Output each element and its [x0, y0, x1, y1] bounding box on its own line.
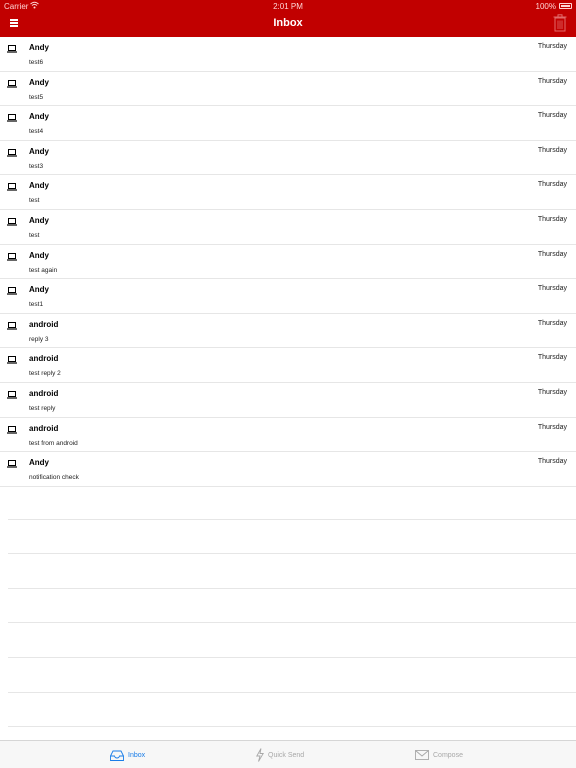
message-row[interactable]: Andy Thursday notification check	[0, 452, 576, 487]
message-row[interactable]: Andy Thursday test	[0, 210, 576, 245]
message-row[interactable]: Andy Thursday test again	[0, 245, 576, 280]
message-date: Thursday	[537, 43, 567, 50]
empty-row	[8, 623, 576, 658]
tab-bar: Inbox Quick Send Compose	[0, 740, 576, 768]
status-bar: Carrier 2:01 PM 100%	[0, 0, 576, 12]
message-row[interactable]: android Thursday test from android	[0, 418, 576, 453]
message-sender: Andy	[29, 181, 49, 191]
message-date: Thursday	[537, 77, 567, 85]
empty-row	[8, 554, 576, 589]
message-subject: test reply 2	[29, 370, 61, 378]
message-subject: notification check	[29, 474, 79, 482]
message-date: Thursday	[537, 146, 567, 154]
laptop-icon	[7, 390, 17, 399]
battery-icon	[559, 3, 572, 9]
message-subject: test3	[29, 162, 44, 170]
message-date: Thursday	[537, 388, 567, 396]
message-subject: test reply	[29, 404, 56, 412]
tab-label: Inbox	[128, 751, 146, 759]
message-row[interactable]: android Thursday test reply	[0, 383, 576, 418]
message-row[interactable]: Andy Thursday test3	[0, 141, 576, 176]
laptop-icon	[7, 321, 17, 330]
laptop-icon	[7, 114, 17, 122]
message-date: Thursday	[537, 458, 567, 466]
message-row[interactable]: android Thursday reply 3	[0, 314, 576, 349]
laptop-icon	[7, 183, 17, 191]
laptop-icon	[7, 425, 17, 434]
message-date: Thursday	[537, 423, 567, 431]
message-sender: Andy	[29, 146, 49, 156]
message-sender: Andy	[29, 215, 49, 225]
message-sender: Andy	[29, 250, 49, 260]
message-row[interactable]: Andy Thursday test4	[0, 106, 576, 141]
laptop-icon	[7, 460, 17, 468]
message-sender: Andy	[29, 77, 49, 87]
laptop-icon	[7, 287, 17, 295]
message-row[interactable]: Andy Thursday test5	[0, 72, 576, 107]
message-date: Thursday	[537, 319, 567, 327]
lightning-icon	[256, 748, 264, 762]
laptop-icon	[7, 45, 17, 53]
message-subject: test	[29, 197, 40, 205]
laptop-icon	[7, 148, 17, 157]
message-sender: Andy	[29, 458, 49, 468]
message-subject: test	[29, 231, 40, 239]
message-row[interactable]: android Thursday test reply 2	[0, 348, 576, 383]
empty-row	[8, 485, 576, 520]
message-subject: reply 3	[29, 335, 49, 343]
tab-compose[interactable]: Compose	[415, 747, 463, 763]
message-list: Andy Thursday test6 Andy Thursday test5 Andy Th…	[0, 37, 576, 487]
message-date: Thursday	[537, 215, 567, 223]
message-subject: test6	[29, 59, 44, 66]
empty-row	[8, 693, 576, 728]
trash-icon[interactable]	[553, 14, 567, 32]
message-subject: test4	[29, 128, 44, 136]
navigation-bar: Carrier 2:01 PM 100% Inbox	[0, 0, 576, 37]
message-sender: Andy	[29, 112, 49, 122]
laptop-icon	[7, 252, 17, 261]
message-date: Thursday	[537, 181, 567, 189]
message-sender: android	[29, 354, 59, 364]
empty-row	[8, 520, 576, 555]
tab-label: Quick Send	[268, 751, 305, 759]
inbox-icon	[110, 750, 124, 761]
message-sender: android	[29, 388, 59, 398]
laptop-icon	[7, 356, 17, 364]
message-sender: Andy	[29, 43, 49, 52]
message-sender: android	[29, 423, 59, 433]
message-row[interactable]: Andy Thursday test1	[0, 279, 576, 314]
page-title: Inbox	[273, 17, 303, 29]
laptop-icon	[7, 79, 17, 88]
message-subject: test again	[29, 266, 58, 274]
message-date: Thursday	[537, 250, 567, 258]
empty-list-rows	[8, 485, 576, 728]
tab-label: Compose	[433, 751, 463, 759]
message-row[interactable]: Andy Thursday test6	[0, 37, 576, 72]
message-subject: test1	[29, 301, 44, 309]
message-date: Thursday	[537, 112, 567, 120]
tab-inbox[interactable]: Inbox	[110, 747, 145, 763]
clock: 2:01 PM	[273, 2, 303, 11]
message-subject: test from android	[29, 439, 78, 447]
envelope-icon	[415, 750, 429, 760]
message-sender: android	[29, 319, 59, 329]
message-sender: Andy	[29, 285, 49, 295]
empty-row	[8, 658, 576, 693]
message-date: Thursday	[537, 354, 567, 362]
empty-row	[8, 589, 576, 624]
message-subject: test5	[29, 93, 44, 101]
message-row[interactable]: Andy Thursday test	[0, 175, 576, 210]
message-date: Thursday	[537, 285, 567, 293]
tab-quick-send[interactable]: Quick Send	[256, 747, 304, 763]
battery-percentage: 100%	[535, 2, 556, 11]
laptop-icon	[7, 217, 17, 226]
